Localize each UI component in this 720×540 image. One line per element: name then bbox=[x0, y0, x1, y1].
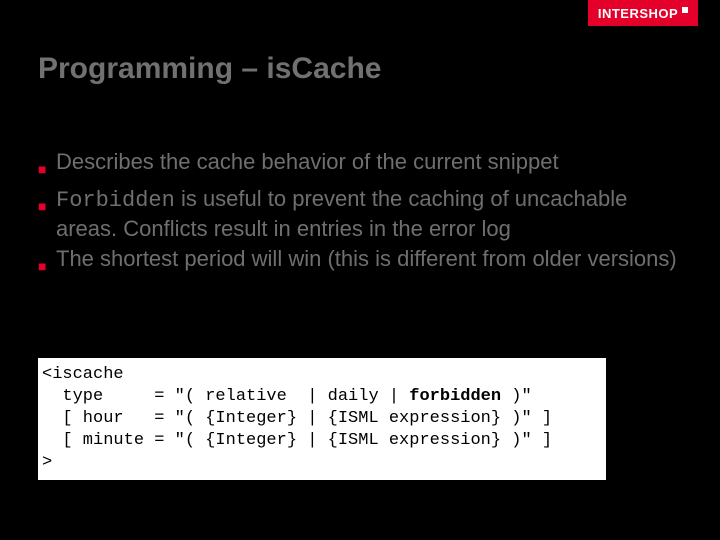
page-title: Programming – isCache bbox=[38, 52, 381, 86]
bullet-icon: ■ bbox=[38, 245, 56, 280]
code-line-part: )" bbox=[501, 387, 532, 406]
bullet-code-span: Forbidden bbox=[56, 188, 175, 213]
brand-logo-mark bbox=[682, 7, 688, 13]
code-block: <iscache type = "( relative | daily | fo… bbox=[38, 358, 606, 480]
bullet-text-span: The shortest period will win (this is di… bbox=[56, 246, 677, 271]
code-keyword: forbidden bbox=[409, 387, 501, 406]
brand-logo-text: INTERSHOP bbox=[598, 6, 678, 21]
brand-logo: INTERSHOP bbox=[588, 0, 698, 26]
code-line: [ minute = "( {Integer} | {ISML expressi… bbox=[42, 431, 552, 450]
bullet-text: Describes the cache behavior of the curr… bbox=[56, 148, 682, 176]
code-line: [ hour = "( {Integer} | {ISML expression… bbox=[42, 409, 552, 428]
bullet-list: ■ Describes the cache behavior of the cu… bbox=[38, 148, 682, 282]
code-line: <iscache bbox=[42, 365, 124, 384]
list-item: ■ The shortest period will win (this is … bbox=[38, 245, 682, 280]
bullet-text: The shortest period will win (this is di… bbox=[56, 245, 682, 273]
code-line-part: type = "( relative | daily | bbox=[42, 387, 409, 406]
bullet-text: Forbidden is useful to prevent the cachi… bbox=[56, 185, 682, 243]
bullet-text-span: Describes the cache behavior of the curr… bbox=[56, 149, 559, 174]
code-line: > bbox=[42, 453, 52, 472]
bullet-icon: ■ bbox=[38, 148, 56, 183]
list-item: ■ Forbidden is useful to prevent the cac… bbox=[38, 185, 682, 243]
bullet-icon: ■ bbox=[38, 185, 56, 220]
list-item: ■ Describes the cache behavior of the cu… bbox=[38, 148, 682, 183]
